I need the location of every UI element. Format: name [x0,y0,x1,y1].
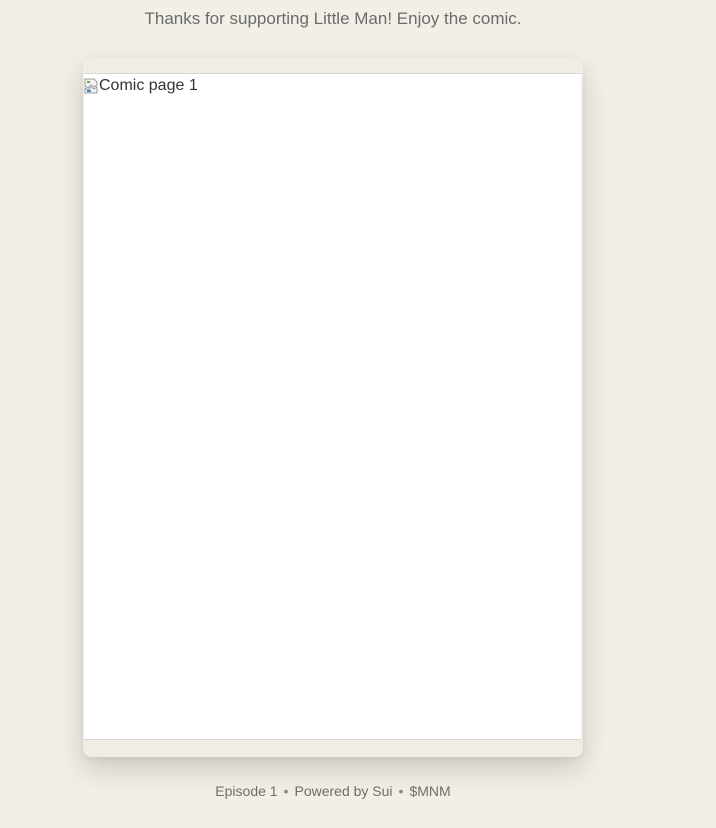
comic-page-image: Comic page 1 [84,75,198,97]
episode-label: Episode 1 [215,783,278,799]
footer: Episode 1 • Powered by Sui • $MNM [0,782,666,800]
ticker-label: $MNM [409,783,451,799]
powered-by-label: Powered by Sui [294,783,393,799]
thanks-message: Thanks for supporting Little Man! Enjoy … [144,9,522,28]
comic-page-alt-text: Comic page 1 [99,77,198,94]
comic-page: Comic page 1 [84,73,581,740]
footer-separator: • [398,783,404,799]
broken-image-icon [84,78,98,94]
page: Thanks for supporting Little Man! Enjoy … [0,0,716,828]
comic-viewer: Comic page 1 [83,58,583,757]
footer-separator: • [283,783,289,799]
